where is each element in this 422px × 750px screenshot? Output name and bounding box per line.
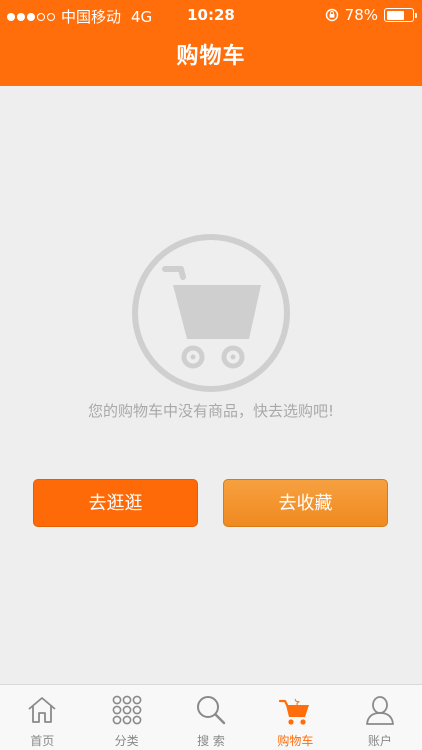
cart-icon [279, 698, 310, 725]
tab-label: 搜 索 [197, 734, 225, 748]
tab-label: 首页 [30, 734, 55, 748]
header: 中国移动 4G 10:28 78% 购物车 [0, 0, 422, 86]
empty-cart-message: 您的购物车中没有商品，快去选购吧! [87, 402, 334, 420]
battery-percent: 78% [344, 6, 378, 24]
rotation-lock-icon [325, 8, 338, 22]
status-right: 78% [325, 6, 417, 24]
tab-category[interactable]: 分类 [84, 685, 168, 750]
go-shopping-button[interactable]: 去逛逛 [33, 479, 198, 527]
tab-search[interactable]: 搜 索 [169, 685, 253, 750]
battery-fill [386, 10, 405, 20]
empty-cart-icon [132, 234, 290, 392]
user-icon [365, 696, 394, 725]
search-icon [197, 696, 226, 725]
cart-screen: 中国移动 4G 10:28 78% 购物车 您的购物车中没有商品，快去选购吧! … [0, 0, 422, 750]
tab-label: 账户 [367, 734, 392, 748]
battery-icon [384, 8, 417, 22]
status-bar: 中国移动 4G 10:28 78% [0, 0, 422, 30]
tab-label: 分类 [114, 734, 139, 748]
grid-icon [112, 695, 142, 725]
home-icon [28, 697, 56, 723]
tab-home[interactable]: 首页 [0, 685, 84, 750]
go-favorites-button[interactable]: 去收藏 [223, 479, 388, 527]
tab-label: 购物车 [277, 734, 314, 748]
tab-bar: 首页 分类 搜 索 购物车 账户 [0, 684, 422, 750]
tab-account[interactable]: 账户 [338, 685, 422, 750]
page-title: 购物车 [176, 44, 246, 69]
tab-cart[interactable]: 购物车 [253, 685, 337, 750]
